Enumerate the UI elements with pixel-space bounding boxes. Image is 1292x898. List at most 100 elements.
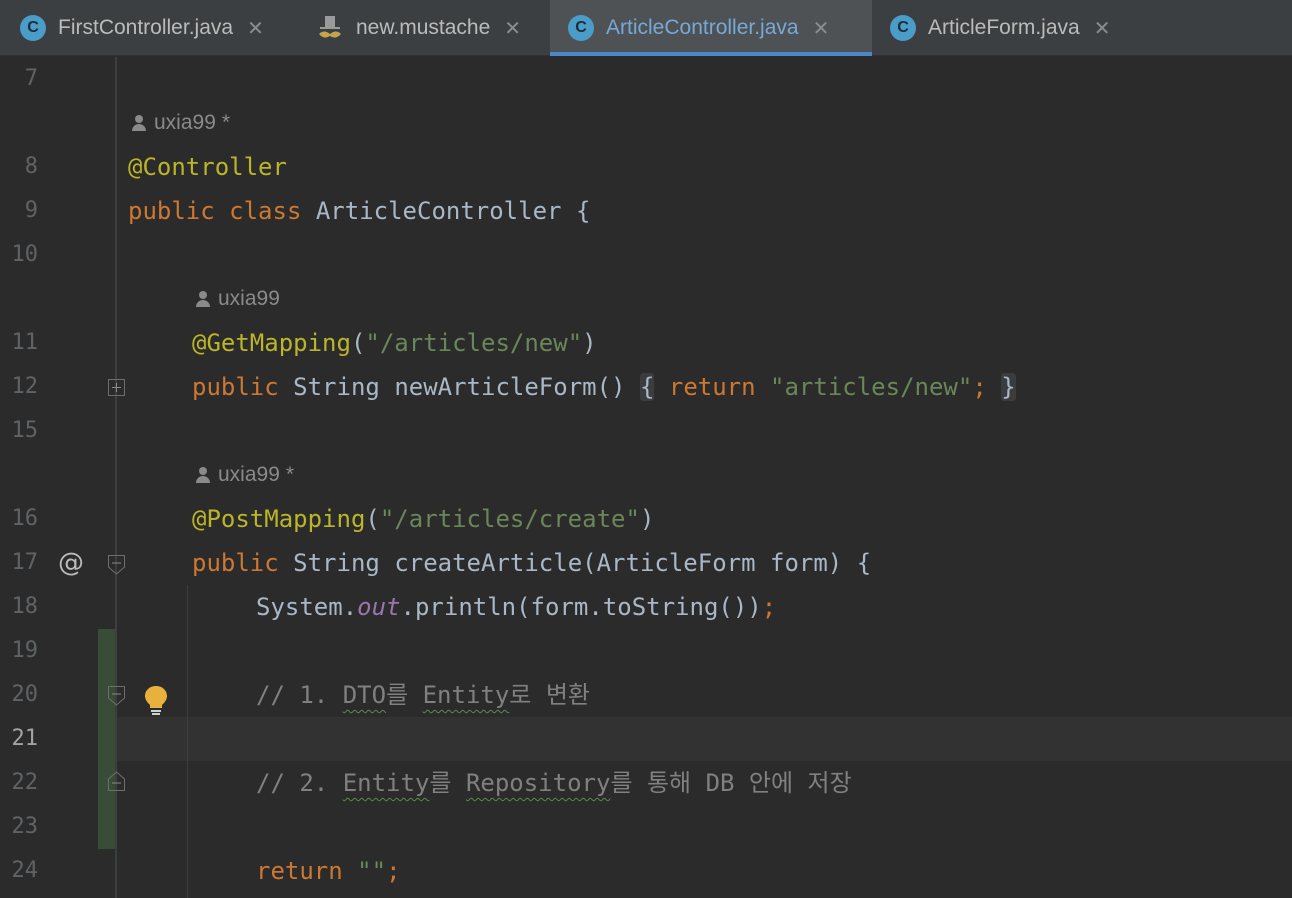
line-number[interactable]: 17 <box>0 541 39 585</box>
code-line-16[interactable]: @PostMapping("/articles/create") <box>192 497 654 541</box>
tab-label: ArticleForm.java <box>928 16 1080 39</box>
paren: ( <box>365 505 380 533</box>
author-name: uxia99 <box>154 111 216 134</box>
code-line-12[interactable]: public String newArticleForm() { return … <box>192 365 1016 409</box>
modified-mark: * <box>285 463 295 486</box>
annotation: @GetMapping <box>192 329 351 357</box>
string-literal: "/articles/new" <box>365 329 583 357</box>
folded-brace[interactable]: { <box>639 373 655 401</box>
person-icon <box>132 115 146 131</box>
string-literal: "articles/new" <box>770 373 973 401</box>
code-author-hint[interactable]: uxia99 * <box>196 453 294 497</box>
comment-text: // 1. <box>256 681 343 709</box>
comment-text: 를 <box>429 769 466 797</box>
keyword: public <box>192 549 279 577</box>
string-literal: "" <box>357 857 387 885</box>
code-line-11[interactable]: @GetMapping("/articles/new") <box>192 321 597 365</box>
line-number[interactable]: 23 <box>0 805 39 849</box>
close-icon[interactable]: ✕ <box>247 16 264 41</box>
person-icon <box>196 467 210 483</box>
annotation: @PostMapping <box>192 505 366 533</box>
keyword: return <box>668 373 756 401</box>
line-number[interactable]: 8 <box>0 145 38 189</box>
fold-end-icon[interactable] <box>108 771 125 791</box>
code-line-18[interactable]: System.out.println(form.toString()); <box>256 585 776 629</box>
code-line-9[interactable]: public class ArticleController { <box>128 189 590 233</box>
folded-brace[interactable]: } <box>1001 373 1016 401</box>
fold-collapse-icon[interactable] <box>108 686 125 706</box>
line-number[interactable]: 9 <box>0 189 38 233</box>
indent-guide <box>187 585 188 898</box>
person-icon <box>196 291 210 307</box>
semicolon: ; <box>972 373 987 401</box>
typo-word[interactable]: Entity <box>343 769 430 797</box>
tab-article-form[interactable]: C ArticleForm.java ✕ <box>872 0 1142 56</box>
paren: () <box>596 373 626 401</box>
line-number[interactable]: 15 <box>0 409 39 453</box>
parameters: (ArticleForm form) { <box>582 549 872 577</box>
tab-article-controller[interactable]: C ArticleController.java ✕ <box>550 0 872 56</box>
close-icon[interactable]: ✕ <box>504 16 521 41</box>
close-icon[interactable]: ✕ <box>1094 16 1111 41</box>
typo-word[interactable]: DTO <box>343 681 386 709</box>
code-author-hint[interactable]: uxia99 <box>196 277 280 321</box>
code-line-22-comment[interactable]: // 2. Entity를 Repository를 통해 DB 안에 저장 <box>256 761 852 805</box>
semicolon: ; <box>761 593 777 621</box>
lightbulb-intention-icon[interactable] <box>143 684 169 716</box>
comment-text: 를 통해 DB 안에 저장 <box>610 769 852 797</box>
tab-label: ArticleController.java <box>606 16 799 39</box>
line-number[interactable]: 20 <box>0 673 39 717</box>
line-number-current[interactable]: 21 <box>0 717 39 761</box>
code-line-20-comment[interactable]: // 1. DTO를 Entity로 변환 <box>256 673 590 717</box>
method-name: newArticleForm <box>394 373 597 401</box>
comment-text: 로 변환 <box>509 681 590 709</box>
keyword: public class <box>128 197 302 225</box>
brace: { <box>575 197 591 225</box>
paren: ) <box>639 505 655 533</box>
line-number[interactable]: 18 <box>0 585 39 629</box>
typo-word[interactable]: Repository <box>466 769 611 797</box>
line-number[interactable]: 24 <box>0 849 39 893</box>
line-number[interactable]: 7 <box>0 57 38 101</box>
author-name: uxia99 <box>218 463 280 486</box>
keyword: public <box>192 373 279 401</box>
semicolon: ; <box>386 857 401 885</box>
paren: ) <box>582 329 597 357</box>
mustache-icon <box>316 14 344 42</box>
type-name: String <box>293 549 380 577</box>
comment-text: 를 <box>386 681 423 709</box>
static-field: out <box>357 593 401 621</box>
tab-new-mustache[interactable]: new.mustache ✕ <box>300 0 550 56</box>
code-line-24[interactable]: return ""; <box>256 849 401 893</box>
code-author-hint[interactable]: uxia99 * <box>132 101 230 145</box>
line-number[interactable]: 11 <box>0 321 39 365</box>
code-editor[interactable]: 7 8 9 10 11 12 15 16 17 18 19 20 21 22 2… <box>0 57 1292 898</box>
line-number[interactable]: 16 <box>0 497 39 541</box>
class-ref: System. <box>256 593 358 621</box>
line-number[interactable]: 19 <box>0 629 39 673</box>
method-call: .println(form.toString()) <box>400 593 762 621</box>
fold-collapse-icon[interactable] <box>108 555 125 575</box>
tab-label: new.mustache <box>356 16 491 39</box>
implements-marker-icon[interactable]: @ <box>58 541 84 585</box>
comment-text: // 2. <box>256 769 343 797</box>
tab-first-controller[interactable]: C FirstController.java ✕ <box>0 0 300 56</box>
editor-tab-bar: C FirstController.java ✕ new.mustache ✕ … <box>0 0 1292 56</box>
current-line-highlight <box>117 717 1292 761</box>
type-name: String <box>293 373 380 401</box>
code-line-8[interactable]: @Controller <box>128 145 287 189</box>
author-name: uxia99 <box>218 287 280 310</box>
code-line-17[interactable]: public String createArticle(ArticleForm … <box>192 541 871 585</box>
line-number[interactable]: 10 <box>0 233 39 277</box>
close-icon[interactable]: ✕ <box>813 16 830 41</box>
vcs-change-marker[interactable] <box>98 629 115 849</box>
line-number[interactable]: 22 <box>0 761 39 805</box>
line-number[interactable]: 12 <box>0 365 39 409</box>
string-literal: "/articles/create" <box>379 505 640 533</box>
method-name: createArticle <box>394 549 583 577</box>
annotation: @Controller <box>128 153 287 181</box>
fold-expand-icon[interactable] <box>108 379 125 396</box>
java-class-icon: C <box>568 15 594 41</box>
keyword: return <box>256 857 343 885</box>
typo-word[interactable]: Entity <box>423 681 510 709</box>
